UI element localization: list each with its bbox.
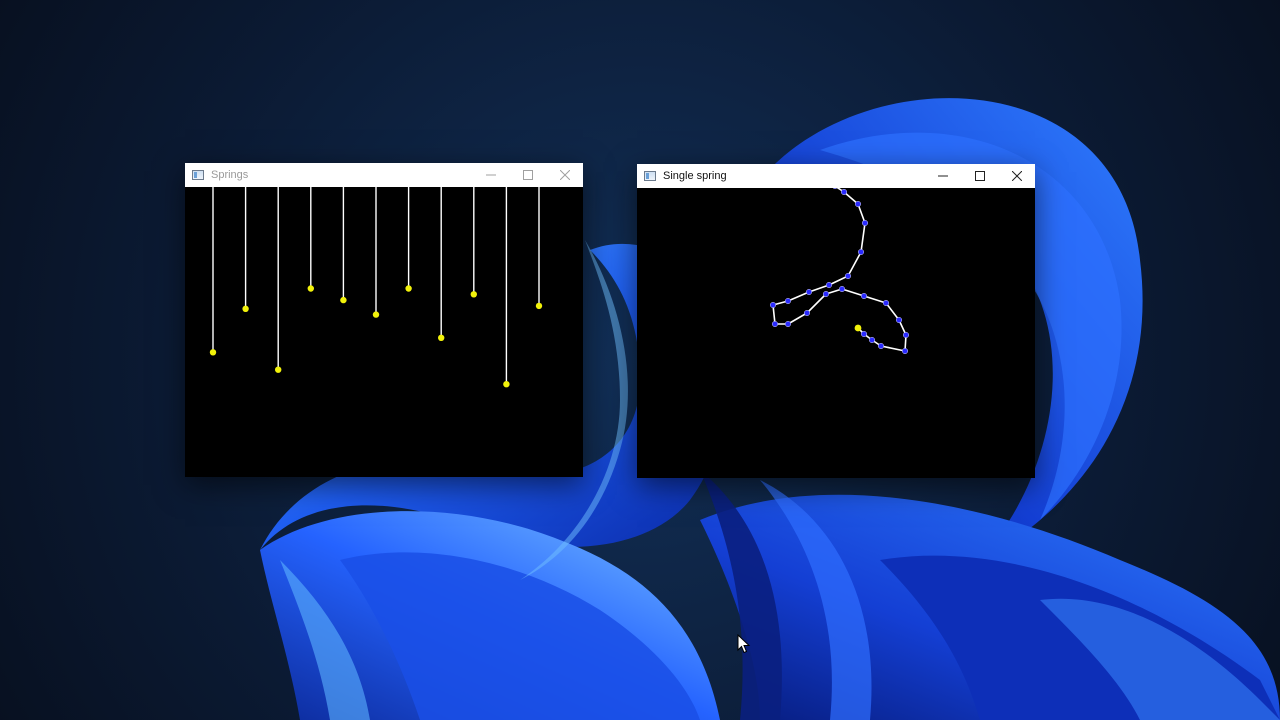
close-icon[interactable] <box>998 164 1035 188</box>
springs-window[interactable]: Springs <box>185 163 583 477</box>
spring-node <box>771 320 778 327</box>
spring-node <box>902 347 909 354</box>
spring-bob <box>470 291 477 298</box>
spring-node <box>860 330 867 337</box>
window-title: Single spring <box>663 170 727 182</box>
spring-node <box>840 189 847 195</box>
spring-end-bob <box>854 324 862 332</box>
spring-bob <box>307 285 314 292</box>
spring-node <box>832 188 838 189</box>
spring-bob <box>372 311 380 318</box>
spring-node <box>896 316 903 323</box>
spring-node <box>784 297 791 304</box>
spring-node <box>903 331 910 338</box>
spring-node <box>882 299 889 306</box>
single-spring-canvas <box>637 188 1035 478</box>
spring-bob <box>438 334 445 341</box>
springs-simulation <box>209 187 543 388</box>
springs-canvas <box>185 187 583 477</box>
app-window-icon <box>644 171 656 181</box>
spring-node <box>877 342 884 349</box>
spring-node <box>860 292 867 299</box>
mouse-pointer-icon <box>737 634 751 654</box>
spring-node <box>769 301 776 308</box>
app-window-icon <box>192 170 204 180</box>
close-icon[interactable] <box>546 163 583 187</box>
spring-bob <box>275 366 282 373</box>
spring-bob <box>503 381 510 388</box>
spring-node <box>825 281 832 288</box>
minimize-icon[interactable] <box>924 164 961 188</box>
maximize-icon[interactable] <box>961 164 998 188</box>
spring-bob <box>340 296 347 304</box>
single-spring-simulation <box>769 188 910 354</box>
spring-chain-line <box>772 188 907 352</box>
minimize-icon[interactable] <box>472 163 509 187</box>
spring-bob <box>405 285 412 292</box>
spring-node <box>844 272 851 279</box>
window-title: Springs <box>211 169 249 181</box>
spring-node <box>868 336 875 343</box>
spring-node <box>857 249 864 256</box>
spring-bob <box>535 302 543 310</box>
springs-window-titlebar[interactable]: Springs <box>185 163 583 187</box>
spring-node <box>803 309 810 316</box>
spring-node <box>822 290 829 297</box>
desktop: Springs Single spring <box>0 0 1280 720</box>
spring-node <box>838 285 845 292</box>
spring-bob <box>209 349 217 356</box>
spring-bob <box>242 305 249 312</box>
spring-node <box>861 220 868 227</box>
spring-node <box>854 200 861 207</box>
single-spring-window-titlebar[interactable]: Single spring <box>637 164 1035 188</box>
single-spring-window[interactable]: Single spring <box>637 164 1035 478</box>
spring-node <box>784 320 791 327</box>
spring-node <box>805 288 812 295</box>
maximize-icon[interactable] <box>509 163 546 187</box>
